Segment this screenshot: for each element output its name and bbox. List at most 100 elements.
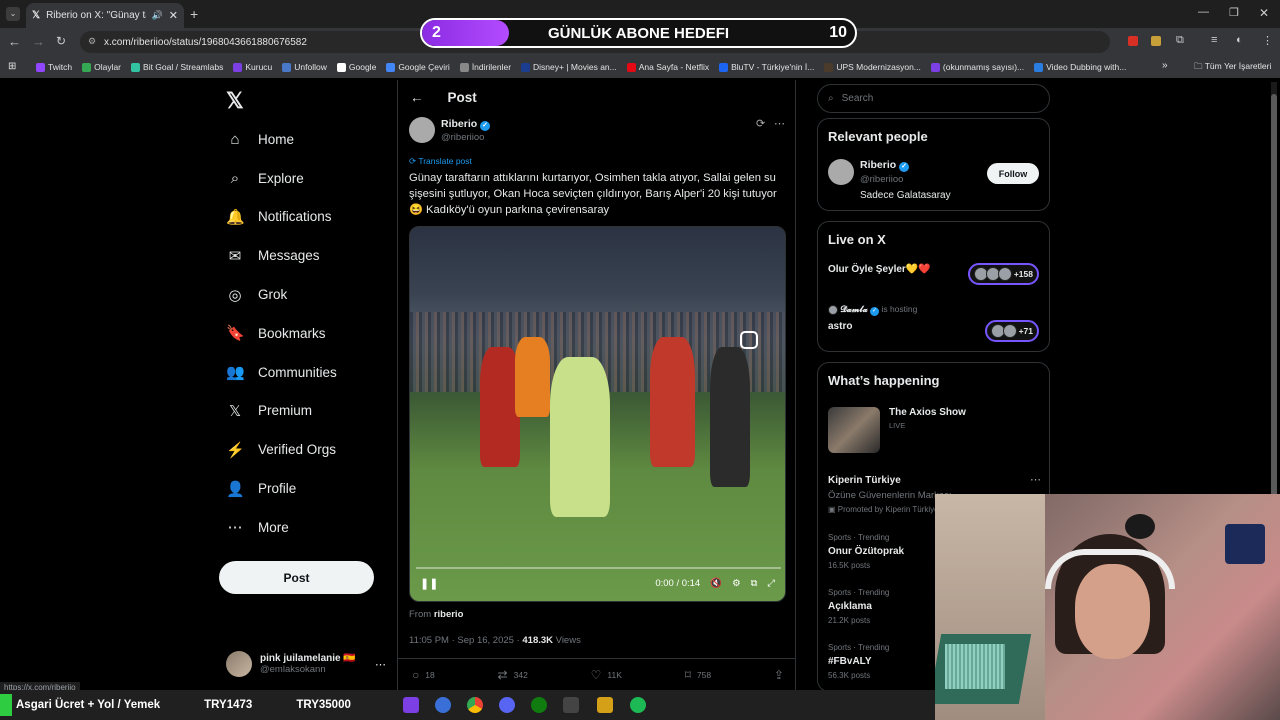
bookmark-item[interactable]: UPS Modernizasyon... [824,62,921,72]
tab-search-button[interactable]: ⌄ [6,7,20,21]
nav-item-communities[interactable]: 👥 Communities [220,353,390,392]
tab-close-icon[interactable]: ✕ [169,9,178,22]
goalkeeper-figure [550,357,610,517]
fullscreen-icon[interactable]: ⤢ [767,578,775,589]
extensions-icon[interactable]: ⧉ [1176,34,1184,47]
app-taskbar-icon[interactable] [597,697,613,713]
downloads-icon[interactable]: ≡ [1211,34,1217,46]
repost-button[interactable]: ⇄ 342 [498,668,528,682]
bookmark-item[interactable]: Google Çeviri [386,62,450,72]
twitch-taskbar-icon[interactable] [403,697,419,713]
back-arrow-icon[interactable]: ← [410,90,424,105]
extension-yellow-icon[interactable] [1151,36,1161,46]
bookmark-favicon-icon [36,62,45,72]
nav-item-notifications[interactable]: 🔔 Notifications [220,198,390,237]
grok-icon[interactable]: ⟳ [756,117,765,130]
staff-figure [710,347,750,487]
author-avatar[interactable] [409,117,435,143]
space-listeners-pill[interactable]: +71 [984,320,1039,342]
post-timestamp[interactable]: 11:05 PM · Sep 16, 2025 · [409,635,522,646]
space-title[interactable]: astro [828,321,852,332]
bookmark-item[interactable]: (okunmamış sayısı)... [930,62,1024,72]
bookmark-item[interactable]: Unfollow [282,62,327,72]
chrome-taskbar-icon[interactable] [467,697,483,713]
bookmark-item[interactable]: Ana Sayfa - Netflix [626,62,709,72]
more-dots-icon[interactable]: ⋯ [375,658,386,671]
nav-item-premium[interactable]: 𝕏 Premium [220,392,390,431]
apps-icon[interactable]: ⊞ [8,61,16,72]
bookmark-item[interactable]: Video Dubbing with... [1034,62,1126,72]
bookmark-item[interactable]: İndirilenler [459,62,511,72]
search-icon: ⌕ [230,169,240,187]
nav-item-explore[interactable]: ⌕ Explore [220,159,390,198]
bookmark-item[interactable]: Disney+ | Movies an... [521,62,617,72]
person-name-row[interactable]: Riberio ✓ [860,159,910,172]
nav-item-more[interactable]: ⋯ More [220,508,390,547]
forward-icon[interactable]: → [32,34,45,49]
bookmark-item[interactable]: Twitch [36,62,72,72]
trend-item[interactable]: Sports · Trending Onur Özütoprak 16.5K p… [828,531,904,573]
bookmark-button[interactable]: ⌑ 758 [685,668,711,682]
xbox-taskbar-icon[interactable] [531,697,547,713]
trend-item[interactable]: Sports · Trending #FBvALY 56.3K posts [828,641,889,683]
nav-item-home[interactable]: ⌂ Home [220,120,390,159]
pip-icon[interactable]: ⧉ [751,578,758,589]
bookmark-item[interactable]: Olaylar [82,62,121,72]
settings-icon[interactable]: ⚙ [732,578,741,589]
bookmark-item[interactable]: Google [336,62,376,72]
search-input[interactable]: ⌕ Search [817,84,1050,113]
like-button[interactable]: ♡ 11K [591,668,622,682]
bookmark-item[interactable]: Bit Goal / Streamlabs [131,62,223,72]
share-button[interactable]: ⇪ [774,668,784,682]
browser-tab[interactable]: 𝕏 Riberio on X: "Günay taraftı 🔊 ✕ [26,3,184,28]
promo-name[interactable]: Kiperin Türkiye [828,475,901,486]
maximize-icon[interactable]: ❐ [1229,6,1239,19]
person-avatar[interactable] [828,159,854,185]
app-taskbar-icon[interactable] [435,697,451,713]
all-bookmarks[interactable]: 🗀 Tüm Yer İşaretleri [1194,61,1271,75]
listener-count: +158 [1013,269,1033,279]
audio-icon[interactable]: 🔊 [152,10,163,21]
author-name-row[interactable]: Riberio ✓ [441,118,491,131]
translate-link[interactable]: ⟳ Translate post [409,156,472,167]
from-user-link[interactable]: riberio [434,609,464,620]
discord-taskbar-icon[interactable] [499,697,515,713]
spotify-taskbar-icon[interactable] [630,697,646,713]
trend-item[interactable]: Sports · Trending Açıklama 21.2K posts [828,586,889,628]
back-icon[interactable]: ← [8,34,21,49]
space-title[interactable]: Olur Öyle Şeyler💛❤️ [828,264,931,275]
x-logo-icon[interactable]: 𝕏 [226,88,244,114]
bookmarks-overflow-icon[interactable]: » [1162,60,1168,71]
nav-item-grok[interactable]: ◎ Grok [220,275,390,314]
account-switcher[interactable]: pink juilamelanie 🇪🇸 @emlaksokann ⋯ [226,648,386,680]
new-tab-icon[interactable]: + [190,6,198,22]
show-title[interactable]: The Axios Show [889,407,966,418]
tweet-text-line: 😆 Kadıköy'ü oyun parkına çevirensaray [409,204,610,216]
post-button[interactable]: Post [219,561,374,594]
bookmark-item[interactable]: Kurucu [233,62,272,72]
reply-button[interactable]: ○ 18 [412,668,435,682]
menu-icon[interactable]: ⋮ [1262,34,1273,47]
follow-button[interactable]: Follow [987,163,1039,184]
nav-item-verified-orgs[interactable]: ⚡ Verified Orgs [220,430,390,469]
site-info-icon[interactable]: ⚙ [88,36,96,47]
show-thumbnail[interactable] [828,407,880,453]
profile-icon[interactable]: ◐ [1236,34,1243,46]
nav-item-messages[interactable]: ✉ Messages [220,236,390,275]
reload-icon[interactable]: ↻ [56,34,66,48]
capcut-taskbar-icon[interactable] [563,697,579,713]
host-name[interactable]: 𝓓𝓪𝓶𝓵𝓪 [840,304,867,314]
space-listeners-pill[interactable]: +158 [967,263,1039,285]
mute-icon[interactable]: 🔇 [710,578,722,589]
video-player[interactable]: ❚❚ 0:00 / 0:14 🔇 ⚙ ⧉ ⤢ [409,226,786,602]
nav-item-profile[interactable]: 👤 Profile [220,469,390,508]
bookmark-favicon-icon [336,62,346,72]
more-dots-icon[interactable]: ⋯ [1030,473,1041,486]
pause-icon[interactable]: ❚❚ [420,577,438,590]
minimize-icon[interactable]: — [1198,6,1209,18]
bookmark-item[interactable]: BluTV - Türkiye'nin İ... [719,62,814,72]
more-options-icon[interactable]: ⋯ [774,117,785,130]
nav-item-bookmarks[interactable]: 🔖 Bookmarks [220,314,390,353]
extension-red-icon[interactable] [1128,36,1138,46]
window-close-icon[interactable]: ✕ [1259,6,1269,20]
